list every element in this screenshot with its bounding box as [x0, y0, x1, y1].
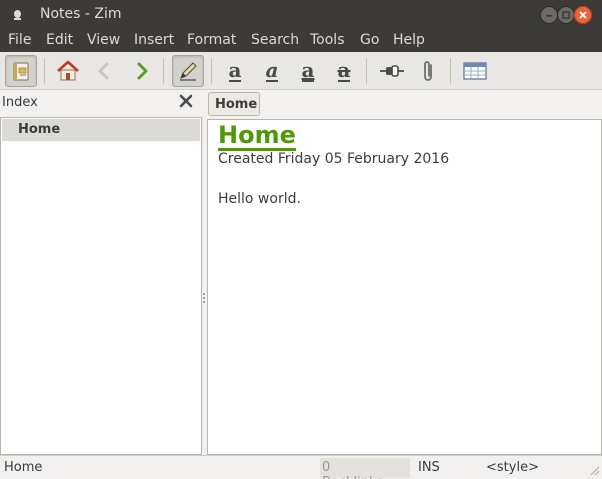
home-icon [57, 60, 79, 81]
menu-insert[interactable]: Insert [134, 32, 174, 48]
page-editor[interactable]: Home Created Friday 05 February 2016 Hel… [207, 119, 602, 455]
menu-tools[interactable]: Tools [310, 32, 345, 48]
maximize-button[interactable] [557, 6, 575, 24]
underline-button[interactable]: a [292, 55, 324, 87]
index-label: Index [2, 95, 38, 110]
maximize-icon [562, 11, 570, 19]
strikethrough-icon: a [337, 58, 351, 82]
close-button[interactable] [574, 6, 592, 24]
edit-page-button[interactable] [172, 55, 204, 87]
show-index-button[interactable] [5, 55, 37, 87]
home-button[interactable] [52, 55, 84, 87]
toolbar-separator [44, 58, 45, 84]
status-bar: Home 0 Backlinks... INS <style> [0, 455, 602, 479]
back-button[interactable] [88, 55, 120, 87]
status-page-name: Home [4, 460, 43, 475]
menu-view[interactable]: View [87, 32, 120, 48]
close-index-icon[interactable] [178, 93, 194, 109]
main-area: Index Home Home Home Created Friday 05 F… [0, 90, 602, 455]
tab-label: Home [215, 97, 258, 112]
style-indicator: <style> [486, 460, 539, 475]
index-tree[interactable]: Home [0, 117, 202, 455]
menu-edit[interactable]: Edit [46, 32, 73, 48]
menu-file[interactable]: File [8, 32, 31, 48]
resize-grip-icon[interactable] [588, 464, 600, 476]
table-icon [463, 62, 487, 80]
italic-icon: a [265, 58, 279, 82]
backlinks-button[interactable]: 0 Backlinks... [320, 458, 410, 479]
bold-button[interactable]: a [219, 55, 251, 87]
index-item-home[interactable]: Home [2, 119, 200, 141]
menu-go[interactable]: Go [360, 32, 379, 48]
edit-pencil-icon [180, 62, 197, 81]
forward-icon [137, 62, 148, 80]
forward-button[interactable] [126, 55, 158, 87]
strikethrough-button[interactable]: a [328, 55, 360, 87]
page-heading: Home [218, 122, 296, 152]
italic-button[interactable]: a [256, 55, 288, 87]
insert-link-button[interactable] [376, 55, 408, 87]
underline-icon: a [301, 58, 315, 82]
bold-icon: a [228, 58, 242, 82]
attach-file-icon [424, 61, 432, 81]
close-icon [579, 11, 587, 19]
splitter-grip [203, 293, 205, 303]
minimize-button[interactable] [540, 6, 558, 24]
toolbar-separator [163, 58, 164, 84]
minimize-icon [546, 15, 552, 17]
menu-format[interactable]: Format [187, 32, 236, 48]
attach-file-button[interactable] [412, 55, 444, 87]
toolbar-separator [366, 58, 367, 84]
title-bar: Notes - Zim [0, 0, 602, 30]
toolbar: a a a a [0, 52, 602, 90]
insert-table-button[interactable] [459, 55, 491, 87]
back-icon [98, 62, 109, 80]
toolbar-separator [450, 58, 451, 84]
window-title: Notes - Zim [40, 6, 122, 22]
index-item-label: Home [18, 122, 61, 137]
page-created-date: Created Friday 05 February 2016 [218, 151, 450, 167]
tab-home[interactable]: Home [208, 92, 260, 116]
page-body: Hello world. [218, 191, 301, 207]
menu-bar: File Edit View Insert Format Search Tool… [0, 30, 602, 52]
toolbar-separator [211, 58, 212, 84]
menu-search[interactable]: Search [251, 32, 299, 48]
insert-link-icon [380, 65, 404, 77]
index-header: Index [0, 90, 202, 116]
app-icon [14, 10, 21, 20]
insert-mode-indicator: INS [418, 460, 440, 475]
menu-help[interactable]: Help [393, 32, 425, 48]
notebook-icon [13, 62, 29, 81]
